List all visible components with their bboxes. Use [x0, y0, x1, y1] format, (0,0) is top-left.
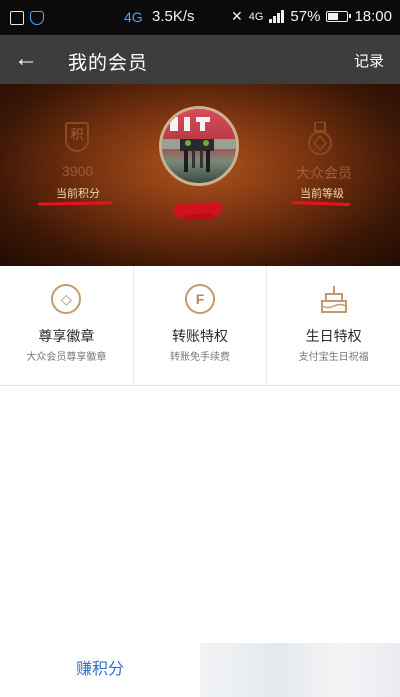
username-redaction — [173, 201, 223, 219]
red-underline-mark — [291, 200, 351, 207]
privilege-subtitle: 支付宝生日祝福 — [298, 352, 369, 363]
network-speed: 3.5K/s — [152, 8, 195, 25]
bottom-bar: 赚积分 — [0, 643, 400, 697]
status-right-icons: ✕ 4G 57% 18:00 — [231, 8, 392, 25]
points-badge-icon: 积 — [65, 122, 89, 152]
medal-icon — [308, 122, 332, 155]
privilege-subtitle: 大众会员尊享徽章 — [26, 352, 107, 363]
privilege-title: 转账特权 — [172, 328, 228, 344]
earn-points-button[interactable]: 赚积分 — [0, 643, 200, 697]
points-value: 3900 — [62, 163, 94, 179]
level-label: 当前等级 — [300, 188, 344, 200]
transfer-icon: F — [185, 284, 215, 314]
red-underline-mark — [37, 201, 113, 206]
avatar-robot-image — [162, 117, 236, 172]
shield-icon — [30, 10, 44, 25]
badge-icon: ◇ — [51, 284, 82, 314]
clock: 18:00 — [354, 8, 392, 25]
privilege-subtitle: 转账免手续费 — [170, 352, 230, 363]
privilege-title: 尊享徽章 — [38, 328, 95, 344]
gallery-icon — [10, 10, 24, 25]
points-label: 当前积分 — [56, 188, 100, 200]
privilege-birthday[interactable]: 生日特权 支付宝生日祝福 — [267, 266, 400, 385]
signal-icon — [269, 10, 285, 23]
privileges-grid: ◇ 尊享徽章 大众会员尊享徽章 F 转账特权 转账免手续费 生日特权 支付宝生日… — [0, 266, 400, 386]
status-left-icons — [0, 10, 44, 25]
status-bar: 4G 3.5K/s ✕ 4G 57% 18:00 — [0, 0, 400, 35]
privilege-badge[interactable]: ◇ 尊享徽章 大众会员尊享徽章 — [0, 266, 134, 385]
back-arrow-icon[interactable]: ← — [14, 45, 44, 75]
membership-hero: 积 3900 当前积分 大众会员 当前等级 — [0, 84, 400, 266]
app-header: ← 我的会员 记录 — [0, 35, 400, 84]
battery-icon — [326, 11, 352, 22]
cake-icon — [320, 286, 347, 313]
network-type: 4G — [124, 9, 143, 25]
battery-percent: 57% — [290, 8, 321, 25]
privilege-transfer[interactable]: F 转账特权 转账免手续费 — [134, 266, 268, 385]
privilege-title: 生日特权 — [305, 328, 362, 344]
record-button[interactable]: 记录 — [354, 50, 384, 71]
mute-icon: ✕ — [231, 8, 243, 24]
bottom-right-area — [200, 643, 400, 697]
level-value: 大众会员 — [296, 165, 352, 181]
signal-label: 4G — [248, 10, 264, 23]
page-title: 我的会员 — [68, 53, 149, 74]
avatar[interactable] — [159, 106, 239, 186]
